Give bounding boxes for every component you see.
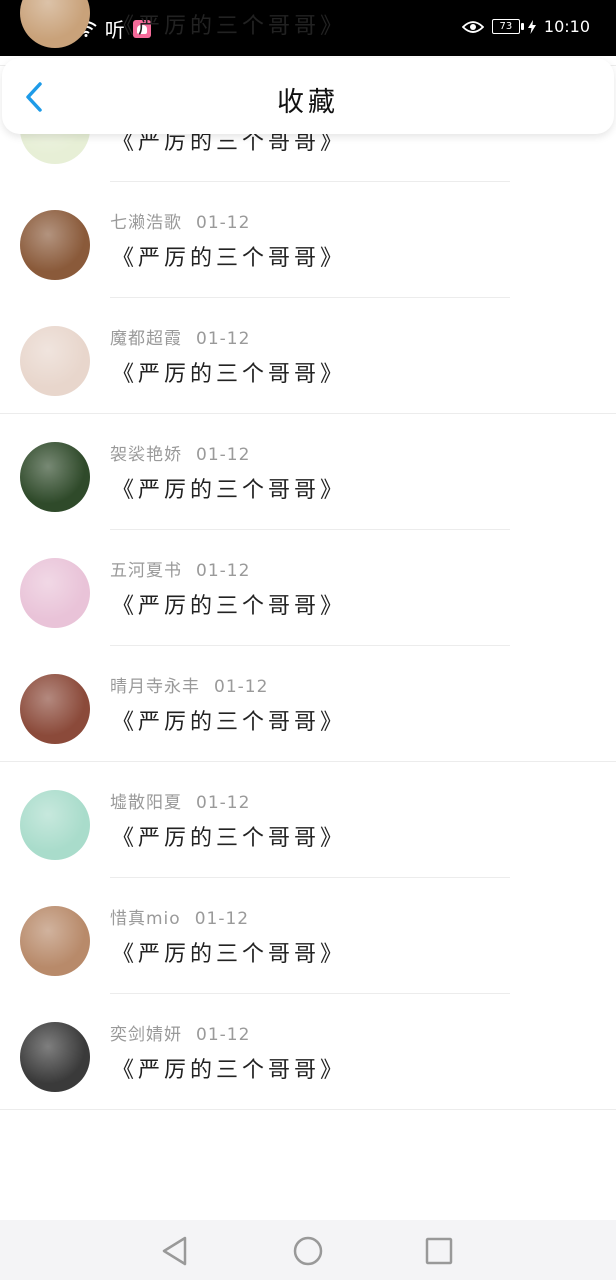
triangle-back-icon xyxy=(162,1236,187,1266)
username[interactable]: 惜真mio xyxy=(110,909,181,929)
row-divider xyxy=(0,1109,616,1110)
work-title[interactable]: 《严厉的三个哥哥》 xyxy=(112,704,346,736)
username[interactable]: 魔都超霞 xyxy=(110,329,182,349)
username[interactable]: 奕剑婧妍 xyxy=(110,1025,182,1045)
user-avatar[interactable] xyxy=(20,210,90,280)
work-title[interactable]: 《严厉的三个哥哥》 xyxy=(112,8,346,40)
nav-recents-button[interactable] xyxy=(422,1234,456,1268)
item-meta: 墟散阳夏 01-12 xyxy=(110,788,250,813)
work-title[interactable]: 《严厉的三个哥哥》 xyxy=(112,936,346,968)
item-meta: 五河夏书 01-12 xyxy=(110,556,250,581)
item-meta: 袈裟艳娇 01-12 xyxy=(110,440,250,465)
work-title[interactable]: 《严厉的三个哥哥》 xyxy=(112,356,346,388)
page-title: 收藏 xyxy=(277,87,339,118)
user-avatar[interactable] xyxy=(20,442,90,512)
item-meta: 魔都超霞 01-12 xyxy=(110,324,250,349)
work-title[interactable]: 《严厉的三个哥哥》 xyxy=(112,240,346,272)
favorite-item[interactable]: 《严厉的三个哥哥》 xyxy=(0,0,616,66)
item-date: 01-12 xyxy=(196,561,251,581)
work-title[interactable]: 《严厉的三个哥哥》 xyxy=(112,820,346,852)
item-meta: 惜真mio 01-12 xyxy=(110,904,249,929)
favorite-item[interactable]: 袈裟艳娇 01-12 《严厉的三个哥哥》 xyxy=(0,414,616,530)
favorite-item[interactable]: 奕剑婧妍 01-12 《严厉的三个哥哥》 xyxy=(0,994,616,1110)
username[interactable]: 五河夏书 xyxy=(110,561,182,581)
system-nav-bar xyxy=(0,1220,616,1280)
nav-home-button[interactable] xyxy=(291,1234,325,1268)
favorite-item[interactable]: 惜真mio 01-12 《严厉的三个哥哥》 xyxy=(0,878,616,994)
username[interactable]: 七濑浩歌 xyxy=(110,213,182,233)
header-bar: 收藏 xyxy=(2,58,614,134)
item-date: 01-12 xyxy=(214,677,269,697)
item-date: 01-12 xyxy=(196,445,251,465)
work-title[interactable]: 《严厉的三个哥哥》 xyxy=(112,1052,346,1084)
favorite-item[interactable]: 墟散阳夏 01-12 《严厉的三个哥哥》 xyxy=(0,762,616,878)
user-avatar[interactable] xyxy=(20,0,90,48)
item-date: 01-12 xyxy=(196,213,251,233)
item-date: 01-12 xyxy=(196,329,251,349)
item-meta: 晴月寺永丰 01-12 xyxy=(110,672,268,697)
username[interactable]: 袈裟艳娇 xyxy=(110,445,182,465)
favorite-item[interactable]: 晴月寺永丰 01-12 《严厉的三个哥哥》 xyxy=(0,646,616,762)
favorite-item[interactable]: 魔都超霞 01-12 《严厉的三个哥哥》 xyxy=(0,298,616,414)
item-date: 01-12 xyxy=(194,909,250,929)
item-meta: 奕剑婧妍 01-12 xyxy=(110,1020,250,1045)
item-date: 01-12 xyxy=(196,793,251,813)
item-meta: 七濑浩歌 01-12 xyxy=(110,208,250,233)
item-date: 01-12 xyxy=(196,1025,251,1045)
favorite-item[interactable]: 五河夏书 01-12 《严厉的三个哥哥》 xyxy=(0,530,616,646)
circle-home-icon xyxy=(293,1236,323,1266)
nav-back-button[interactable] xyxy=(158,1234,192,1268)
work-title[interactable]: 《严厉的三个哥哥》 xyxy=(112,472,346,504)
user-avatar[interactable] xyxy=(20,790,90,860)
work-title[interactable]: 《严厉的三个哥哥》 xyxy=(112,588,346,620)
square-recents-icon xyxy=(425,1237,453,1265)
user-avatar[interactable] xyxy=(20,1022,90,1092)
favorite-item[interactable]: 七濑浩歌 01-12 《严厉的三个哥哥》 xyxy=(0,182,616,298)
username[interactable]: 晴月寺永丰 xyxy=(110,677,200,697)
user-avatar[interactable] xyxy=(20,326,90,396)
user-avatar[interactable] xyxy=(20,906,90,976)
user-avatar[interactable] xyxy=(20,674,90,744)
username[interactable]: 墟散阳夏 xyxy=(110,793,182,813)
user-avatar[interactable] xyxy=(20,558,90,628)
